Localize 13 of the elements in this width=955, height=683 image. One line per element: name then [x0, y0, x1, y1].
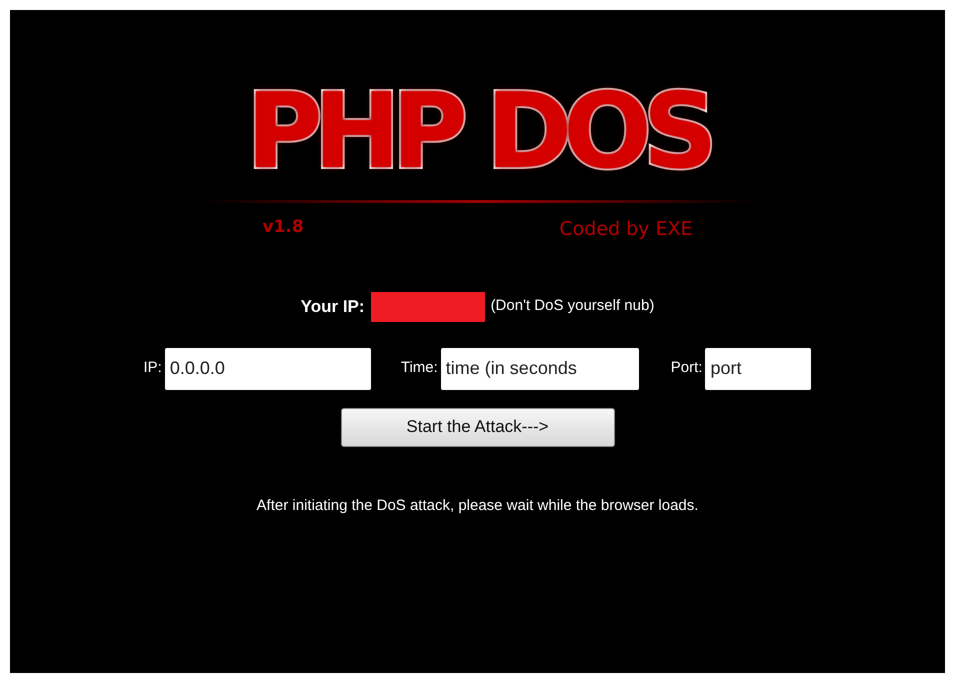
logo-title: PHP DOS — [246, 76, 709, 186]
input-field[interactable]: port — [705, 348, 812, 390]
start-button[interactable]: Start the Attack---> — [340, 408, 614, 446]
field-label: Time: — [400, 358, 438, 378]
ip-label: Your IP: — [300, 296, 365, 318]
input-field[interactable]: time (in seconds — [440, 348, 639, 390]
version-label: v1.8 — [262, 216, 304, 239]
input-field[interactable]: 0.0.0.0 — [164, 348, 371, 390]
warning-note: (Don't DoS yourself nub) — [490, 296, 654, 316]
credit-text: Coded by EXE — [559, 217, 692, 242]
field-label: IP: — [144, 358, 162, 378]
info-message: After initiating the DoS attack, please wait while the browser loads. — [256, 496, 698, 516]
field-label: Port: — [670, 358, 702, 378]
